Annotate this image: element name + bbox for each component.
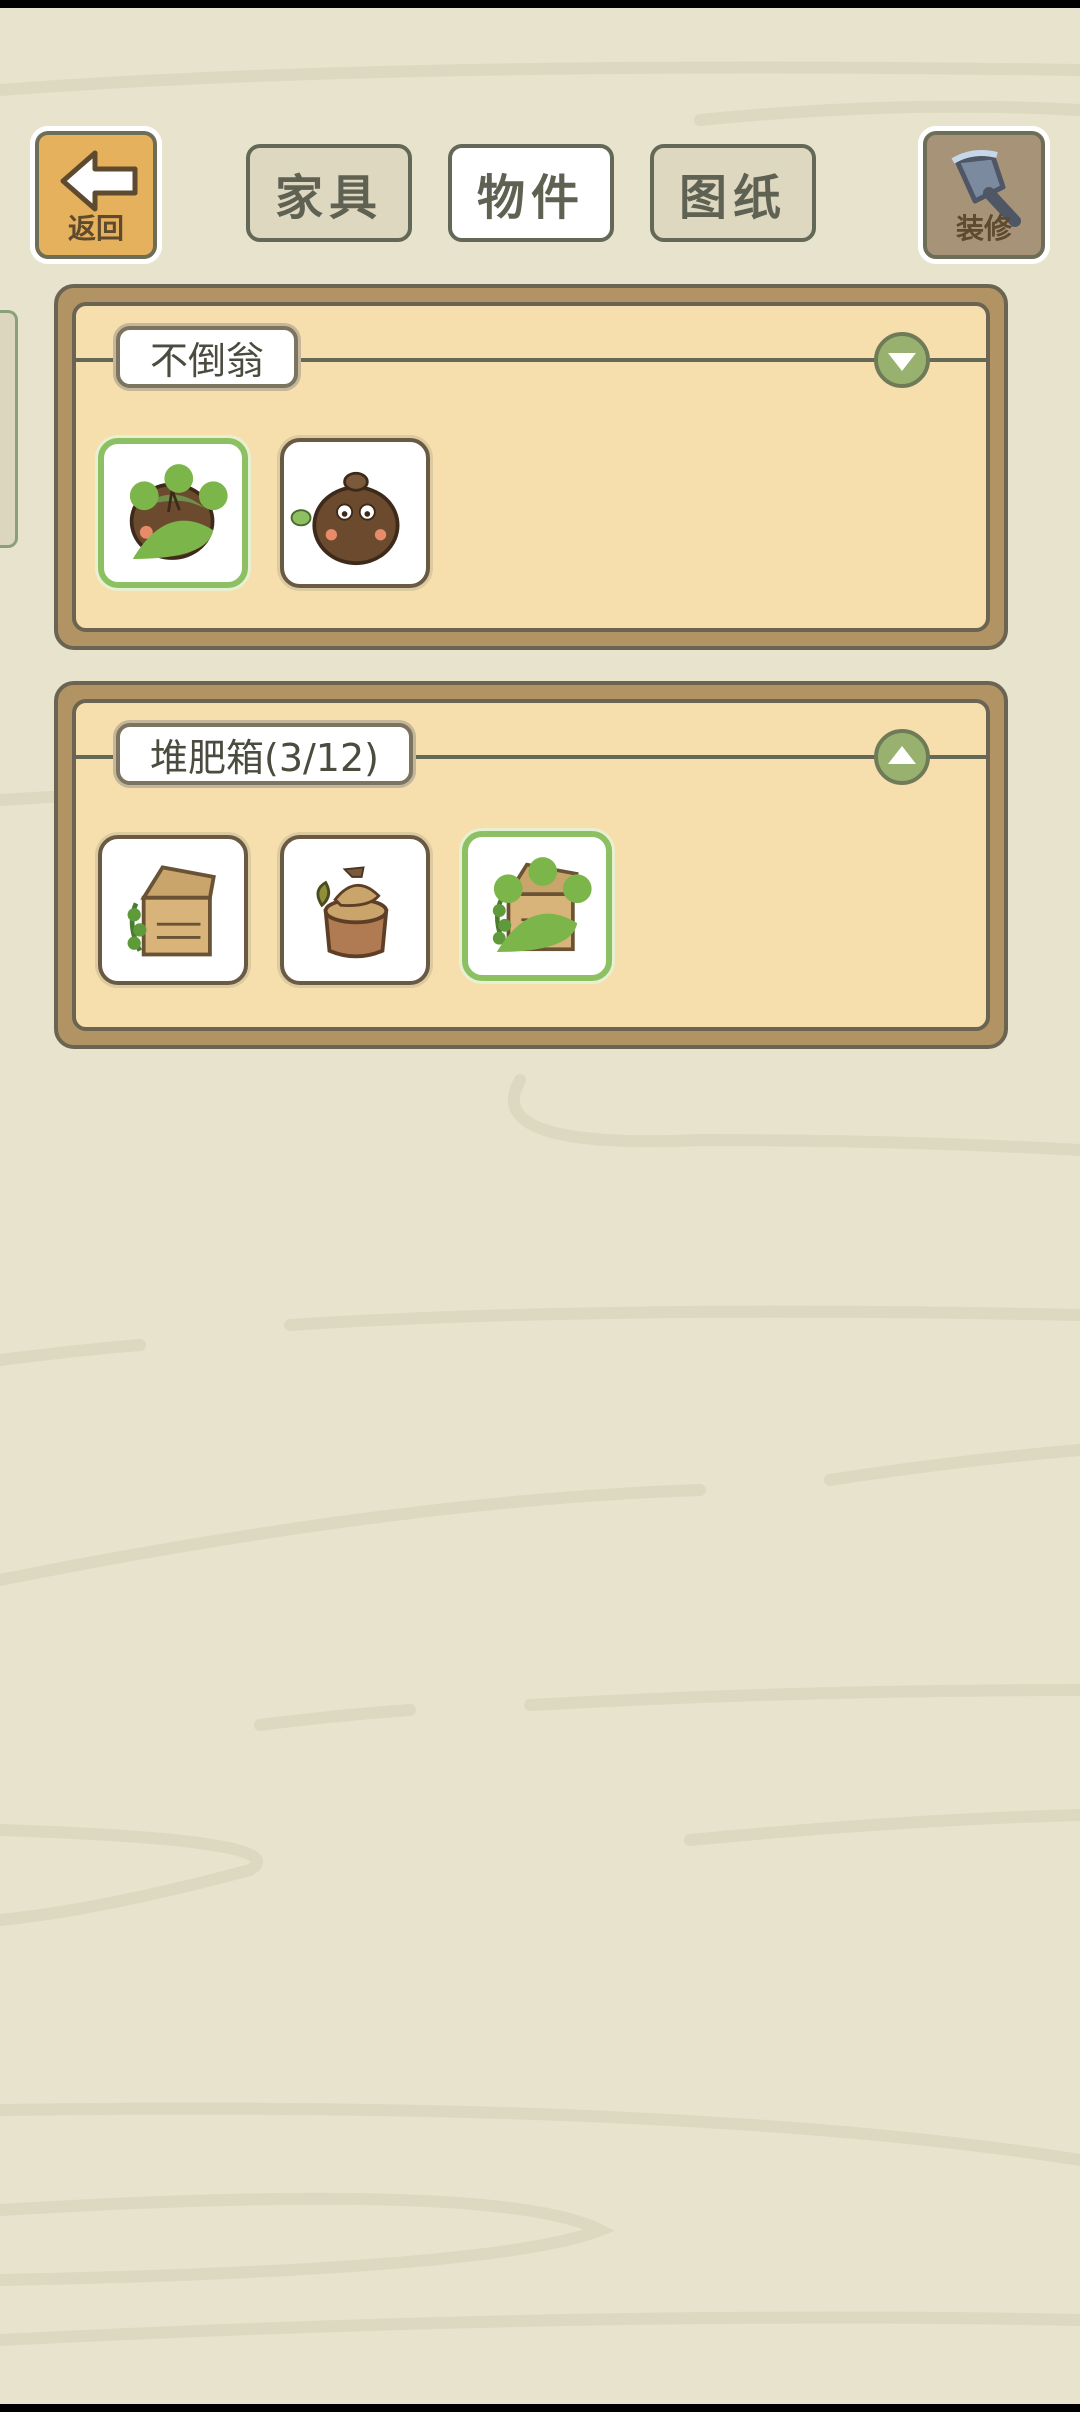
triangle-down-icon (888, 353, 916, 371)
compost-crate-icon (127, 865, 216, 957)
back-arrow-icon (60, 150, 138, 212)
tab-blueprints[interactable]: 图纸 (650, 144, 816, 242)
tab-furniture[interactable]: 家具 (246, 144, 412, 242)
section-budaoweng: 不倒翁 (54, 284, 1008, 650)
decorate-button[interactable]: 装修 (918, 126, 1050, 264)
paintbrush-icon (951, 150, 1021, 227)
tumbler-brown-icon (290, 471, 400, 566)
collapse-toggle-button[interactable] (874, 332, 930, 388)
section-title: 不倒翁 (116, 326, 299, 388)
frog-paw-icon (129, 464, 228, 559)
item-card[interactable] (98, 438, 248, 588)
frog-paw-icon (493, 857, 592, 952)
section-title: 堆肥箱(3/12) (116, 723, 413, 785)
section-body: 堆肥箱(3/12) (72, 699, 990, 1031)
item-card[interactable] (98, 835, 248, 985)
section-compost: 堆肥箱(3/12) (54, 681, 1008, 1049)
decorate-label: 装修 (955, 212, 1012, 245)
item-card[interactable] (280, 835, 430, 985)
tab-items[interactable]: 物件 (448, 144, 614, 242)
compost-stump-icon (316, 866, 389, 959)
status-bar (0, 0, 1080, 8)
back-label: 返回 (67, 212, 124, 245)
nav-bar (0, 2404, 1080, 2412)
item-card[interactable] (280, 438, 430, 588)
section-body: 不倒翁 (72, 302, 990, 632)
back-button[interactable]: 返回 (30, 126, 162, 264)
item-card[interactable] (462, 831, 612, 981)
expand-toggle-button[interactable] (874, 729, 930, 785)
triangle-up-icon (888, 746, 916, 764)
side-drawer-handle[interactable] (0, 310, 18, 548)
